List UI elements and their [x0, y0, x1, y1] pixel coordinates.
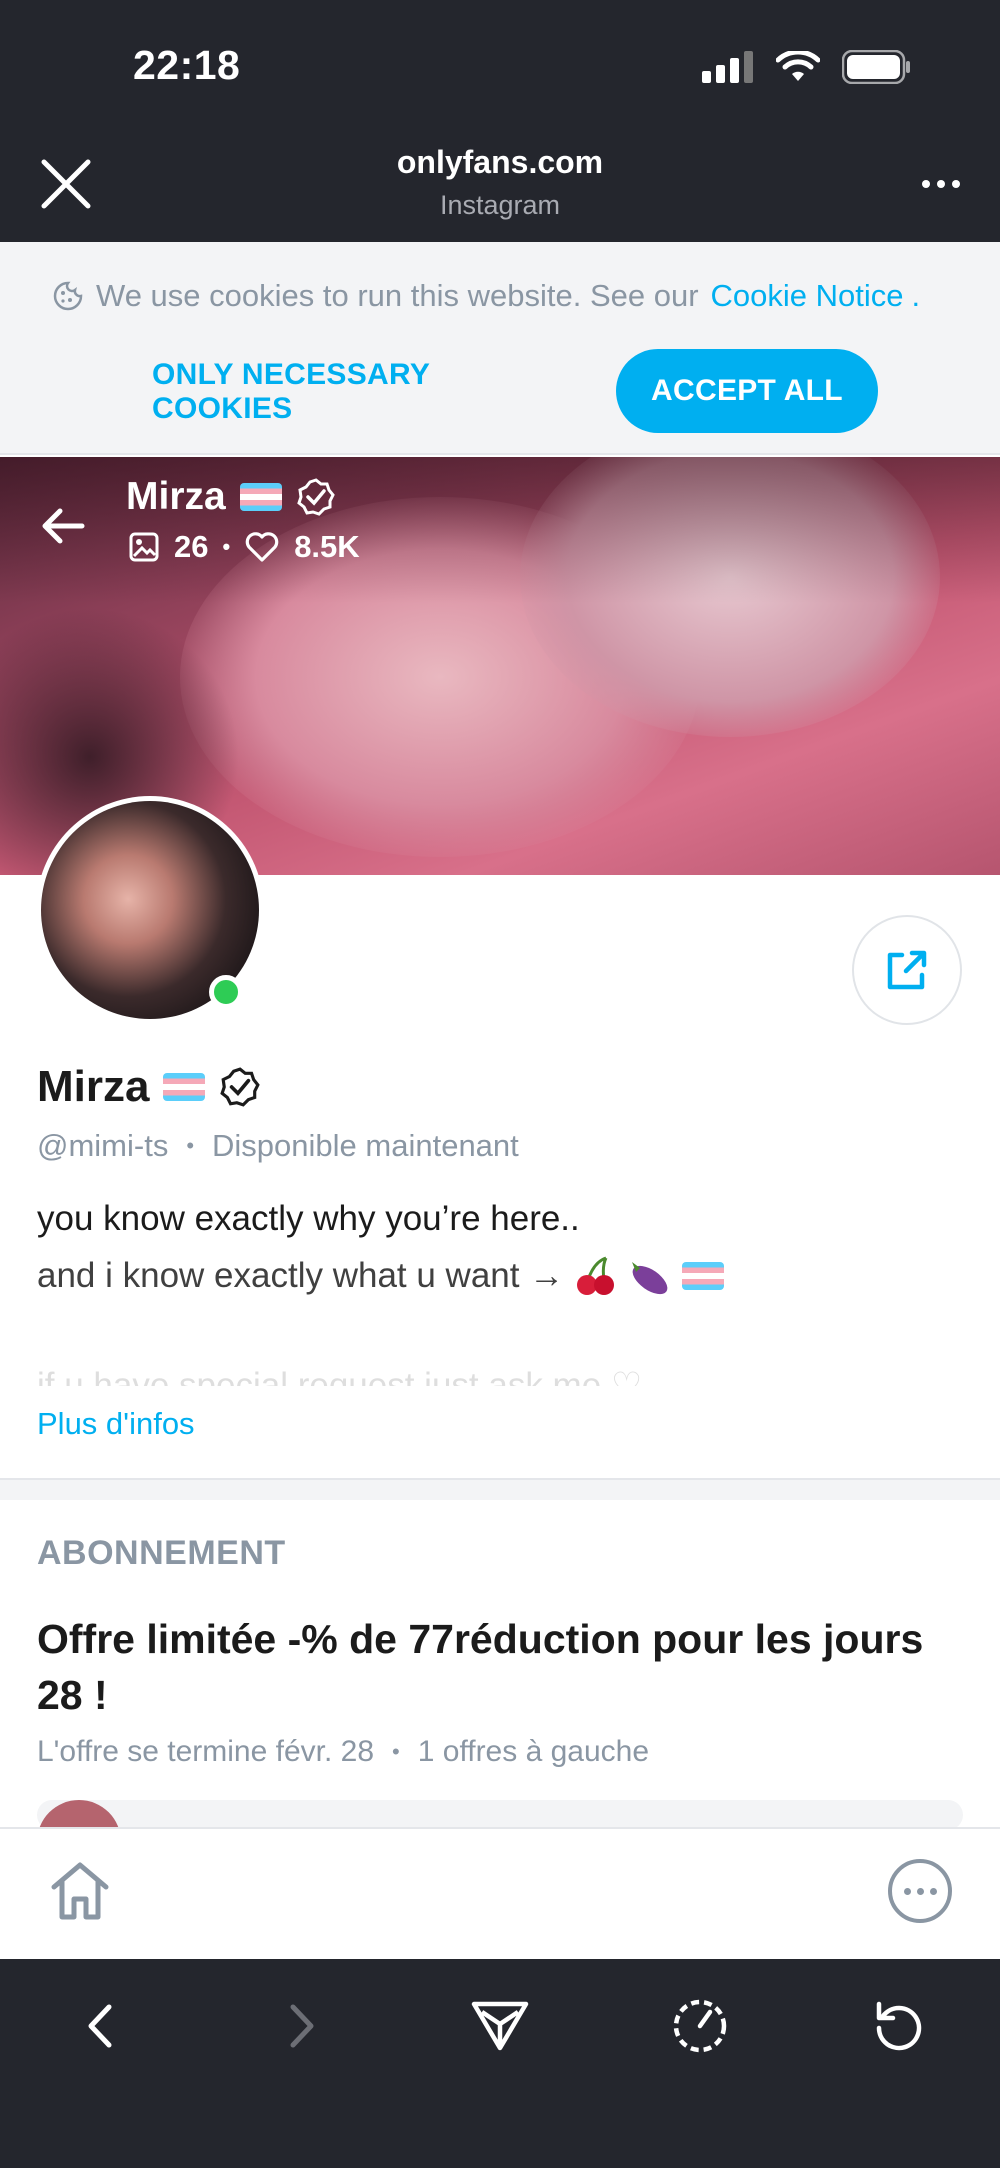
cover-name: Mirza — [126, 475, 226, 518]
share-profile-button[interactable] — [852, 915, 962, 1025]
signal-icon — [702, 51, 753, 83]
trans-flag-icon — [682, 1262, 725, 1290]
likes-count: 8.5K — [294, 529, 360, 564]
offer-meta: L'offre se termine févr. 28 • 1 offres à… — [37, 1735, 649, 1769]
profile-name: Mirza — [37, 1062, 261, 1112]
cherries-icon — [577, 1256, 615, 1295]
chevron-left-icon — [88, 2004, 112, 2048]
image-icon — [129, 532, 159, 562]
browser-forward-button[interactable] — [266, 1991, 336, 2061]
accept-all-cookies-button[interactable]: ACCEPT ALL — [616, 349, 878, 433]
status-time: 22:18 — [133, 42, 241, 88]
verified-badge-icon — [296, 478, 335, 516]
reload-icon — [876, 2001, 922, 2051]
arrow-left-icon — [42, 508, 85, 544]
bottom-tab-bar — [0, 1827, 1000, 1959]
heart-icon — [245, 532, 279, 562]
bio-line-faded: if u have special request just ask me ♡ — [37, 1366, 643, 1386]
browser-url: onlyfans.com — [396, 144, 604, 180]
media-count: 26 — [174, 529, 209, 564]
only-necessary-cookies-button[interactable]: ONLY NECESSARY COOKIES — [152, 350, 576, 434]
cookie-banner: We use cookies to run this website. See … — [0, 242, 1000, 455]
trans-flag-icon — [163, 1073, 206, 1101]
browser-toolbar — [0, 1959, 1000, 2168]
chevron-right-icon — [290, 2004, 314, 2048]
browser-speed-button[interactable] — [665, 1991, 735, 2061]
separator-dot: • — [186, 1133, 195, 1158]
cookie-period: . — [911, 278, 921, 313]
offer-card[interactable] — [37, 1800, 963, 1830]
subscription-label: ABONNEMENT — [37, 1534, 286, 1572]
battery-icon — [842, 50, 910, 84]
offers-left: 1 offres à gauche — [417, 1735, 650, 1768]
cookie-icon — [53, 281, 83, 311]
back-button[interactable] — [38, 501, 88, 551]
cookie-text: We use cookies to run this website. See … — [96, 278, 699, 313]
offer-end-date: L'offre se termine févr. 28 — [37, 1735, 375, 1768]
profile-display-name: Mirza — [37, 1062, 150, 1111]
profile-handle: @mimi-ts — [37, 1128, 169, 1163]
bio-line: you know exactly why you’re here.. — [37, 1199, 580, 1238]
online-status-dot — [209, 975, 243, 1009]
gauge-icon — [673, 1999, 727, 2053]
browser-more-button[interactable] — [916, 164, 966, 204]
section-divider — [0, 1478, 1000, 1500]
wifi-icon — [776, 51, 820, 81]
home-tab[interactable] — [44, 1855, 116, 1927]
share-icon — [887, 950, 927, 990]
availability-status: Disponible maintenant — [212, 1128, 519, 1163]
in-app-browser-bar: onlyfans.com Instagram — [0, 128, 1000, 242]
status-bar: 22:18 — [0, 0, 1000, 128]
browser-source: Instagram — [439, 190, 561, 220]
verified-badge-icon — [220, 1067, 261, 1107]
cookie-notice-link[interactable]: Cookie Notice — [711, 278, 904, 314]
paper-plane-icon — [471, 2001, 529, 2051]
browser-back-button[interactable] — [66, 1991, 136, 2061]
cover-title: Mirza — [126, 475, 336, 519]
cookie-message: We use cookies to run this website. See … — [52, 278, 920, 314]
browser-send-button[interactable] — [465, 1991, 535, 2061]
cover-stats: 26 • 8.5K — [128, 529, 360, 565]
more-info-link[interactable]: Plus d'infos — [37, 1406, 195, 1442]
more-options-tab[interactable] — [888, 1859, 952, 1923]
separator-dot: • — [392, 1739, 400, 1764]
handle-row: @mimi-ts • Disponible maintenant — [37, 1128, 519, 1164]
trans-flag-icon — [239, 483, 282, 511]
offer-title: Offre limitée -% de 77réduction pour les… — [37, 1616, 924, 1718]
home-icon — [51, 1862, 109, 1920]
browser-reload-button[interactable] — [864, 1991, 934, 2061]
eggplant-icon — [632, 1262, 668, 1295]
status-icons — [702, 50, 912, 84]
bio-line: and i know exactly what u want → — [37, 1254, 725, 1298]
